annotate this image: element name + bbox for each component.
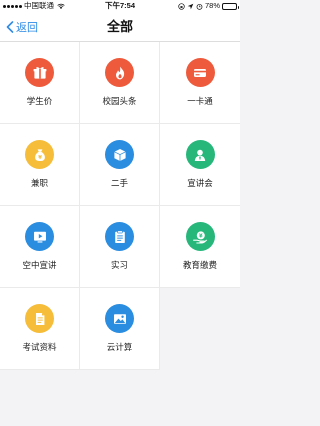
card-icon (185, 58, 215, 87)
payment-icon: ¥ (185, 222, 215, 251)
grid-item-label: 实习 (110, 260, 128, 270)
grid-item[interactable]: 学生价 (0, 42, 80, 124)
grid-empty-cell (160, 288, 240, 370)
document-icon (25, 304, 54, 333)
grid-item-label: 宣讲会 (187, 178, 213, 188)
alarm-icon (196, 3, 203, 10)
grid-item[interactable]: 云计算 (80, 288, 160, 370)
grid-item[interactable]: ¥ 兼职 (0, 124, 80, 206)
grid-item-label: 兼职 (30, 178, 48, 188)
grid-item-label: 云计算 (106, 342, 133, 352)
page-background (0, 370, 240, 426)
grid-item[interactable]: 空中宣讲 (0, 206, 80, 288)
box-icon (105, 140, 134, 169)
svg-text:¥: ¥ (38, 155, 42, 161)
grid-item[interactable]: 一卡通 (160, 42, 240, 124)
battery-percent: 78% (204, 1, 220, 10)
grid-item[interactable]: 考试资料 (0, 288, 80, 370)
grid-item-label: 考试资料 (22, 342, 57, 352)
grid-item-label: 校园头条 (102, 96, 137, 106)
cloud-image-icon (105, 304, 134, 333)
grid-item-label: 一卡通 (187, 96, 213, 106)
clipboard-icon (105, 222, 134, 251)
money-bag-icon: ¥ (25, 140, 54, 169)
gift-icon (25, 58, 54, 87)
feature-grid: 学生价 校园头条 一卡通 ¥ 兼职 二手 宣讲会空中宣讲 实习 ¥ 教育缴费考试资料 云计算 (0, 42, 240, 370)
status-right: 78% (178, 0, 239, 12)
svg-text:¥: ¥ (199, 233, 203, 239)
person-icon (185, 140, 215, 169)
rotation-lock-icon (178, 2, 185, 10)
grid-item-label: 二手 (110, 178, 128, 188)
grid-item[interactable]: 宣讲会 (160, 124, 240, 206)
grid-item-label: 空中宣讲 (22, 260, 57, 270)
navigation-bar: 返回 全部 (0, 12, 240, 42)
grid-item[interactable]: 校园头条 (80, 42, 160, 124)
play-screen-icon (25, 222, 54, 251)
page-title: 全部 (106, 19, 133, 34)
grid-item-label: 教育缴费 (182, 260, 217, 270)
grid-item[interactable]: 实习 (80, 206, 160, 288)
battery-icon (222, 2, 239, 10)
grid-item-label: 学生价 (26, 96, 53, 106)
flame-icon (105, 58, 134, 87)
grid-item[interactable]: ¥ 教育缴费 (160, 206, 240, 288)
grid-item[interactable]: 二手 (80, 124, 160, 206)
location-icon (187, 3, 194, 9)
status-bar: 中国联通 下午7:54 78% (0, 0, 240, 12)
